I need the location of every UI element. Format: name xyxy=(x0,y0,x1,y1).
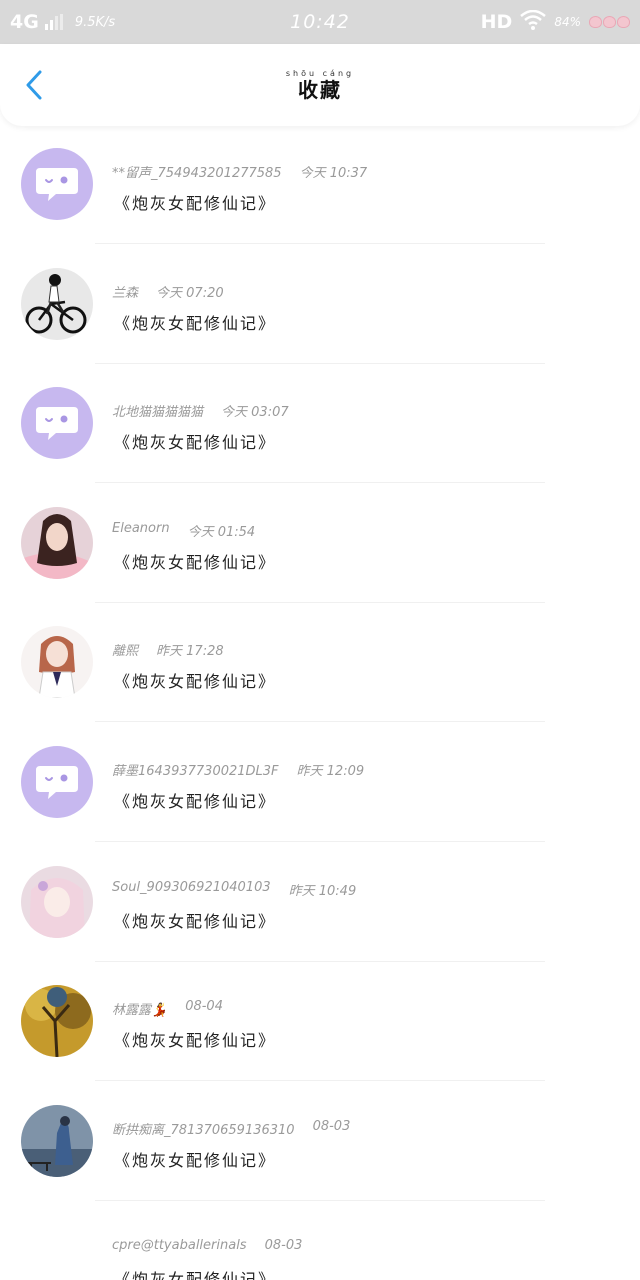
chat-bubble-avatar[interactable] xyxy=(21,148,93,220)
anime-girl-avatar[interactable] xyxy=(21,626,93,699)
item-content[interactable]: 《炮灰女配修仙记》 xyxy=(114,310,276,334)
timestamp: 08-03 xyxy=(264,1238,303,1254)
divider xyxy=(95,362,545,364)
timestamp: 08-04 xyxy=(185,999,223,1015)
nickname[interactable]: cpre@ttyaballerinals xyxy=(112,1238,247,1253)
list-item[interactable]: 断拱痴离_781370659136310 08-03 《炮灰女配修仙记》 xyxy=(0,1083,640,1203)
hd-indicator: HD xyxy=(480,11,513,33)
nickname[interactable]: 林露露💃 xyxy=(112,999,167,1018)
nickname[interactable]: 兰森 xyxy=(112,282,138,301)
chat-bubble-avatar[interactable] xyxy=(21,745,93,818)
divider xyxy=(95,721,545,723)
nickname[interactable]: Eleanorn xyxy=(112,521,170,540)
item-meta: **留声_754943201277585 今天 10:37 xyxy=(112,162,367,181)
timestamp: 今天 10:37 xyxy=(299,166,368,181)
status-bar: 4G 9.5K/s 10:42 HD 84% xyxy=(0,0,640,44)
anime-pink-avatar[interactable] xyxy=(21,865,93,938)
list-item[interactable]: cpre@ttyaballerinals 08-03 《炮灰女配修仙记》 xyxy=(0,1202,640,1280)
bicycle-photo-avatar[interactable] xyxy=(21,267,93,340)
item-meta: 林露露💃 08-04 xyxy=(112,999,223,1018)
nickname[interactable]: 北地猫猫猫猫猫 xyxy=(112,401,203,420)
list-item[interactable]: 薛墨1643937730021DL3F 昨天 12:09 《炮灰女配修仙记》 xyxy=(0,724,640,844)
girl-photo-avatar[interactable] xyxy=(21,506,93,579)
status-time: 10:42 xyxy=(290,11,350,33)
page-title-group: shōu cáng 收藏 xyxy=(286,69,354,102)
timestamp: 08-03 xyxy=(312,1118,351,1134)
item-content[interactable]: 《炮灰女配修仙记》 xyxy=(114,429,276,453)
item-meta: 離熙 昨天 17:28 xyxy=(112,640,224,659)
item-content[interactable]: 《炮灰女配修仙记》 xyxy=(114,1027,276,1051)
timestamp: 今天 03:07 xyxy=(221,405,289,421)
divider xyxy=(95,601,545,603)
page-title-pinyin: shōu cáng xyxy=(285,68,355,78)
timestamp: 今天 01:54 xyxy=(187,524,256,540)
list-item[interactable]: Soul_909306921040103 昨天 10:49 《炮灰女配修仙记》 xyxy=(0,844,640,964)
blue-figure-avatar[interactable] xyxy=(21,1104,93,1177)
status-right: HD 84% xyxy=(410,9,630,34)
chat-bubble-avatar[interactable] xyxy=(21,387,93,460)
chat-bubble-icon xyxy=(36,168,78,201)
list-item[interactable]: 兰森 今天 07:20 《炮灰女配修仙记》 xyxy=(0,246,640,366)
timestamp: 昨天 17:28 xyxy=(156,644,224,660)
nav-bar: shōu cáng 收藏 xyxy=(0,44,640,126)
sticker-icon xyxy=(589,16,630,28)
timestamp: 今天 07:20 xyxy=(156,285,224,301)
item-content[interactable]: 《炮灰女配修仙记》 xyxy=(114,549,276,573)
nickname[interactable]: **留声_754943201277585 xyxy=(112,162,282,181)
item-meta: 断拱痴离_781370659136310 08-03 xyxy=(112,1119,350,1138)
nickname[interactable]: Soul_909306921040103 xyxy=(112,880,271,899)
timestamp: 昨天 12:09 xyxy=(296,763,365,779)
item-meta: 北地猫猫猫猫猫 今天 03:07 xyxy=(112,401,289,420)
timestamp: 昨天 10:49 xyxy=(288,883,357,899)
autumn-tree-avatar[interactable] xyxy=(21,985,93,1058)
status-left: 4G 9.5K/s xyxy=(10,11,230,33)
signal-icon xyxy=(44,14,63,30)
item-content[interactable]: 《炮灰女配修仙记》 xyxy=(114,788,276,812)
divider xyxy=(95,243,545,244)
list-item[interactable]: 離熙 昨天 17:28 《炮灰女配修仙记》 xyxy=(0,604,640,724)
item-content[interactable]: 《炮灰女配修仙记》 xyxy=(114,668,276,692)
back-button[interactable] xyxy=(18,68,52,102)
nickname[interactable]: 離熙 xyxy=(112,640,138,659)
divider xyxy=(95,960,545,962)
wifi-icon xyxy=(520,9,547,34)
chevron-left-icon xyxy=(26,70,42,100)
item-meta: 薛墨1643937730021DL3F 昨天 12:09 xyxy=(112,760,364,779)
item-meta: Eleanorn 今天 01:54 xyxy=(112,521,255,540)
chat-bubble-icon xyxy=(36,765,78,799)
network-speed: 9.5K/s xyxy=(74,14,116,30)
item-content[interactable]: 《炮灰女配修仙记》 xyxy=(114,1147,276,1171)
item-content[interactable]: 《炮灰女配修仙记》 xyxy=(114,1266,276,1280)
item-content[interactable]: 《炮灰女配修仙记》 xyxy=(114,908,276,932)
list-item[interactable]: Eleanorn 今天 01:54 《炮灰女配修仙记》 xyxy=(0,485,640,605)
item-meta: cpre@ttyaballerinals 08-03 xyxy=(112,1238,302,1253)
list-item[interactable]: 林露露💃 08-04 《炮灰女配修仙记》 xyxy=(0,963,640,1083)
chat-bubble-icon xyxy=(36,407,78,441)
battery-level: 84% xyxy=(554,15,581,29)
nickname[interactable]: 断拱痴离_781370659136310 xyxy=(112,1119,295,1138)
nickname[interactable]: 薛墨1643937730021DL3F xyxy=(112,760,279,779)
list-item[interactable]: **留声_754943201277585 今天 10:37 《炮灰女配修仙记》 xyxy=(0,126,640,246)
divider xyxy=(95,1199,545,1201)
network-type: 4G xyxy=(10,11,39,33)
item-meta: Soul_909306921040103 昨天 10:49 xyxy=(112,880,356,899)
favorites-list: **留声_754943201277585 今天 10:37 《炮灰女配修仙记》 … xyxy=(0,126,640,1280)
list-item[interactable]: 北地猫猫猫猫猫 今天 03:07 《炮灰女配修仙记》 xyxy=(0,365,640,485)
item-content[interactable]: 《炮灰女配修仙记》 xyxy=(114,190,276,214)
divider xyxy=(95,1080,545,1082)
divider xyxy=(95,840,545,842)
item-meta: 兰森 今天 07:20 xyxy=(112,282,224,301)
divider xyxy=(95,482,545,484)
page-title: 收藏 xyxy=(297,77,342,102)
